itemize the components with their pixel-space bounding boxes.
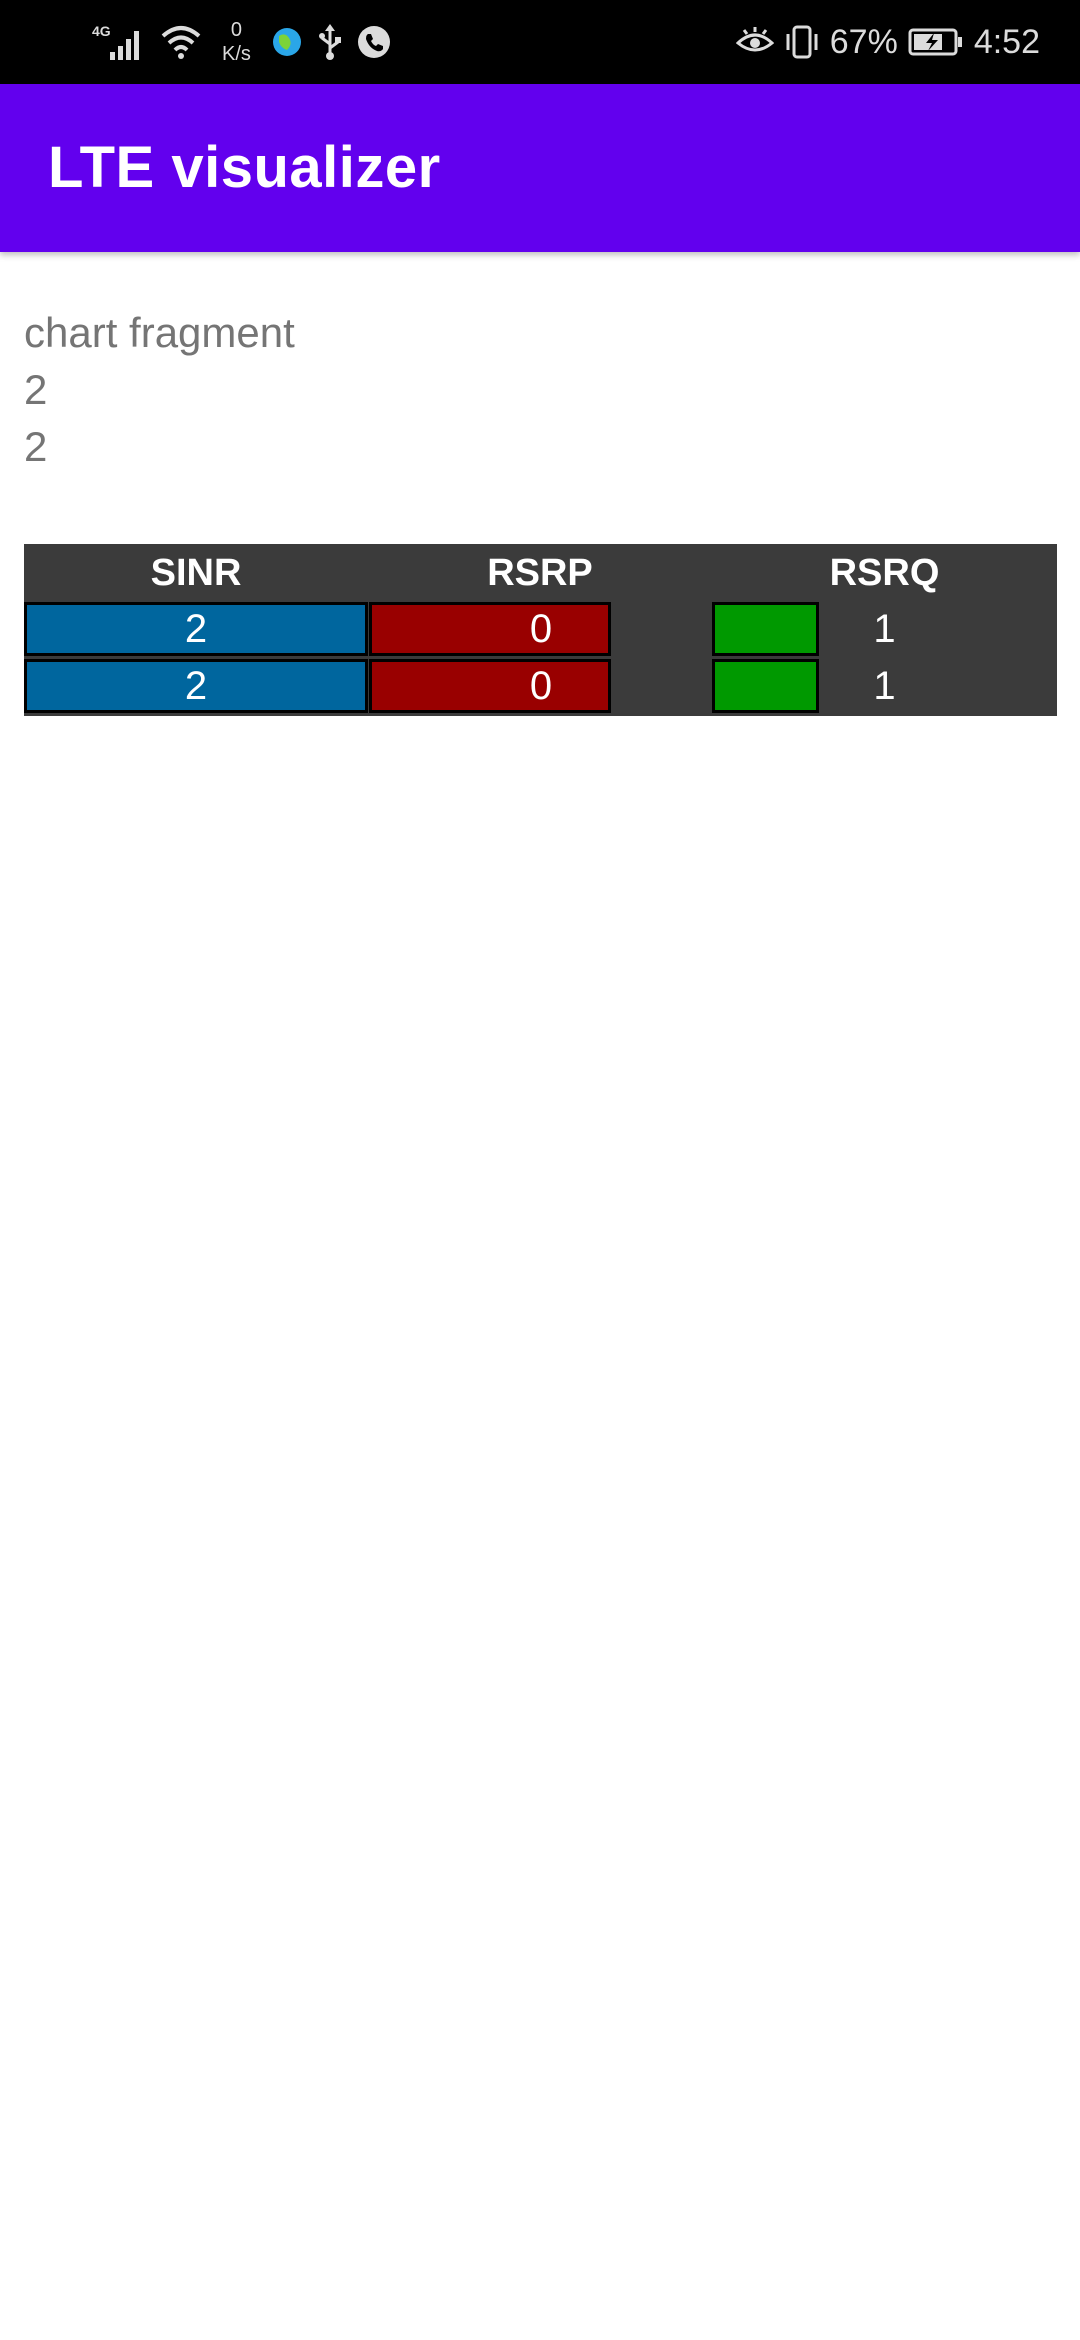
fragment-value-line: 2 bbox=[24, 366, 48, 413]
clock: 4:52 bbox=[973, 22, 1040, 61]
vibrate-icon bbox=[784, 25, 820, 59]
net-speed: 0 K/s bbox=[222, 18, 251, 66]
app-bar: LTE visualizer bbox=[0, 84, 1080, 252]
status-bar-left: 4G 0 K/s bbox=[92, 18, 391, 66]
sinr-value: 2 bbox=[184, 607, 208, 651]
battery-percent: 67% bbox=[829, 22, 898, 61]
net-speed-value: 0 bbox=[230, 19, 243, 41]
fragment-value-line: 2 bbox=[24, 423, 48, 470]
signal-table: SINR RSRP RSRQ 2 0 1 2 0 1 bbox=[24, 544, 1057, 716]
rsrp-value: 0 bbox=[529, 607, 553, 651]
rsrq-value: 1 bbox=[873, 607, 896, 651]
header-rsrp: RSRP bbox=[487, 552, 593, 594]
wifi-icon bbox=[160, 24, 202, 60]
rsrp-value: 0 bbox=[529, 664, 553, 708]
battery-icon bbox=[908, 28, 964, 56]
usb-icon bbox=[317, 24, 343, 60]
app-globe-icon bbox=[271, 26, 303, 58]
sinr-value: 2 bbox=[184, 664, 208, 708]
fragment-label: chart fragment bbox=[24, 309, 295, 356]
eye-comfort-icon bbox=[735, 27, 774, 57]
app-title: LTE visualizer bbox=[48, 135, 441, 200]
net-speed-unit: K/s bbox=[222, 43, 251, 65]
call-icon bbox=[357, 25, 391, 59]
chart-fragment-text: chart fragment 2 2 bbox=[24, 304, 295, 475]
header-sinr: SINR bbox=[150, 552, 242, 594]
status-bar-right: 67% 4:52 bbox=[735, 18, 1040, 66]
status-bar: 4G 0 K/s 67% 4:52 bbox=[0, 0, 1080, 84]
svg-text:4G: 4G bbox=[92, 23, 111, 39]
signal-icon: 4G bbox=[92, 22, 146, 62]
header-rsrq: RSRQ bbox=[829, 552, 940, 594]
rsrq-value: 1 bbox=[873, 664, 896, 708]
